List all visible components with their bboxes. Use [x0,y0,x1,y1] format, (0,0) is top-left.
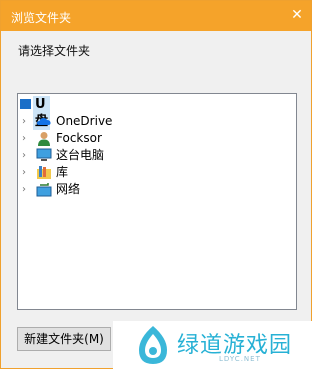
folder-tree[interactable]: U盘 › OneDrive › Focksor › [17,93,297,310]
chevron-right-icon[interactable]: › [22,130,32,147]
prompt-text: 请选择文件夹 [18,44,91,58]
tree-item-label: Focksor [56,131,102,145]
dialog-body: 请选择文件夹 U盘 › OneDrive › Focksor [1,31,311,368]
tree-item-network[interactable]: › 网络 [22,181,282,198]
chevron-right-icon[interactable]: › [22,113,32,130]
library-icon [37,166,51,179]
user-icon [38,132,50,146]
tree-item-library[interactable]: › 库 [22,164,282,181]
watermark-overlay: 绿道游戏园 LDYC.NET [113,321,313,370]
usb-drive-icon [20,99,31,109]
chevron-right-icon[interactable]: › [22,147,32,164]
tree-item-label: 网络 [56,182,81,196]
watermark-logo-icon [139,326,167,364]
chevron-right-icon[interactable]: › [22,164,32,181]
tree-item-this-pc[interactable]: › 这台电脑 [22,147,282,164]
network-icon [36,183,52,197]
onedrive-cloud-icon [37,118,51,125]
window-title: 浏览文件夹 [11,11,72,25]
close-icon[interactable]: ✕ [288,5,306,25]
tree-item-label: 这台电脑 [56,148,105,162]
tree-item-label: 库 [56,165,69,179]
browse-folder-dialog: 浏览文件夹 ✕ 请选择文件夹 U盘 › OneDrive › [0,0,313,370]
computer-icon [36,148,52,161]
new-folder-button[interactable]: 新建文件夹(M) [17,327,111,351]
chevron-right-icon[interactable]: › [22,181,32,198]
tree-item-onedrive[interactable]: › OneDrive [22,113,282,130]
tree-item-user[interactable]: › Focksor [22,130,282,147]
title-bar: 浏览文件夹 ✕ [1,1,311,31]
tree-item-label: OneDrive [56,114,113,128]
watermark-subtext: LDYC.NET [219,355,261,363]
